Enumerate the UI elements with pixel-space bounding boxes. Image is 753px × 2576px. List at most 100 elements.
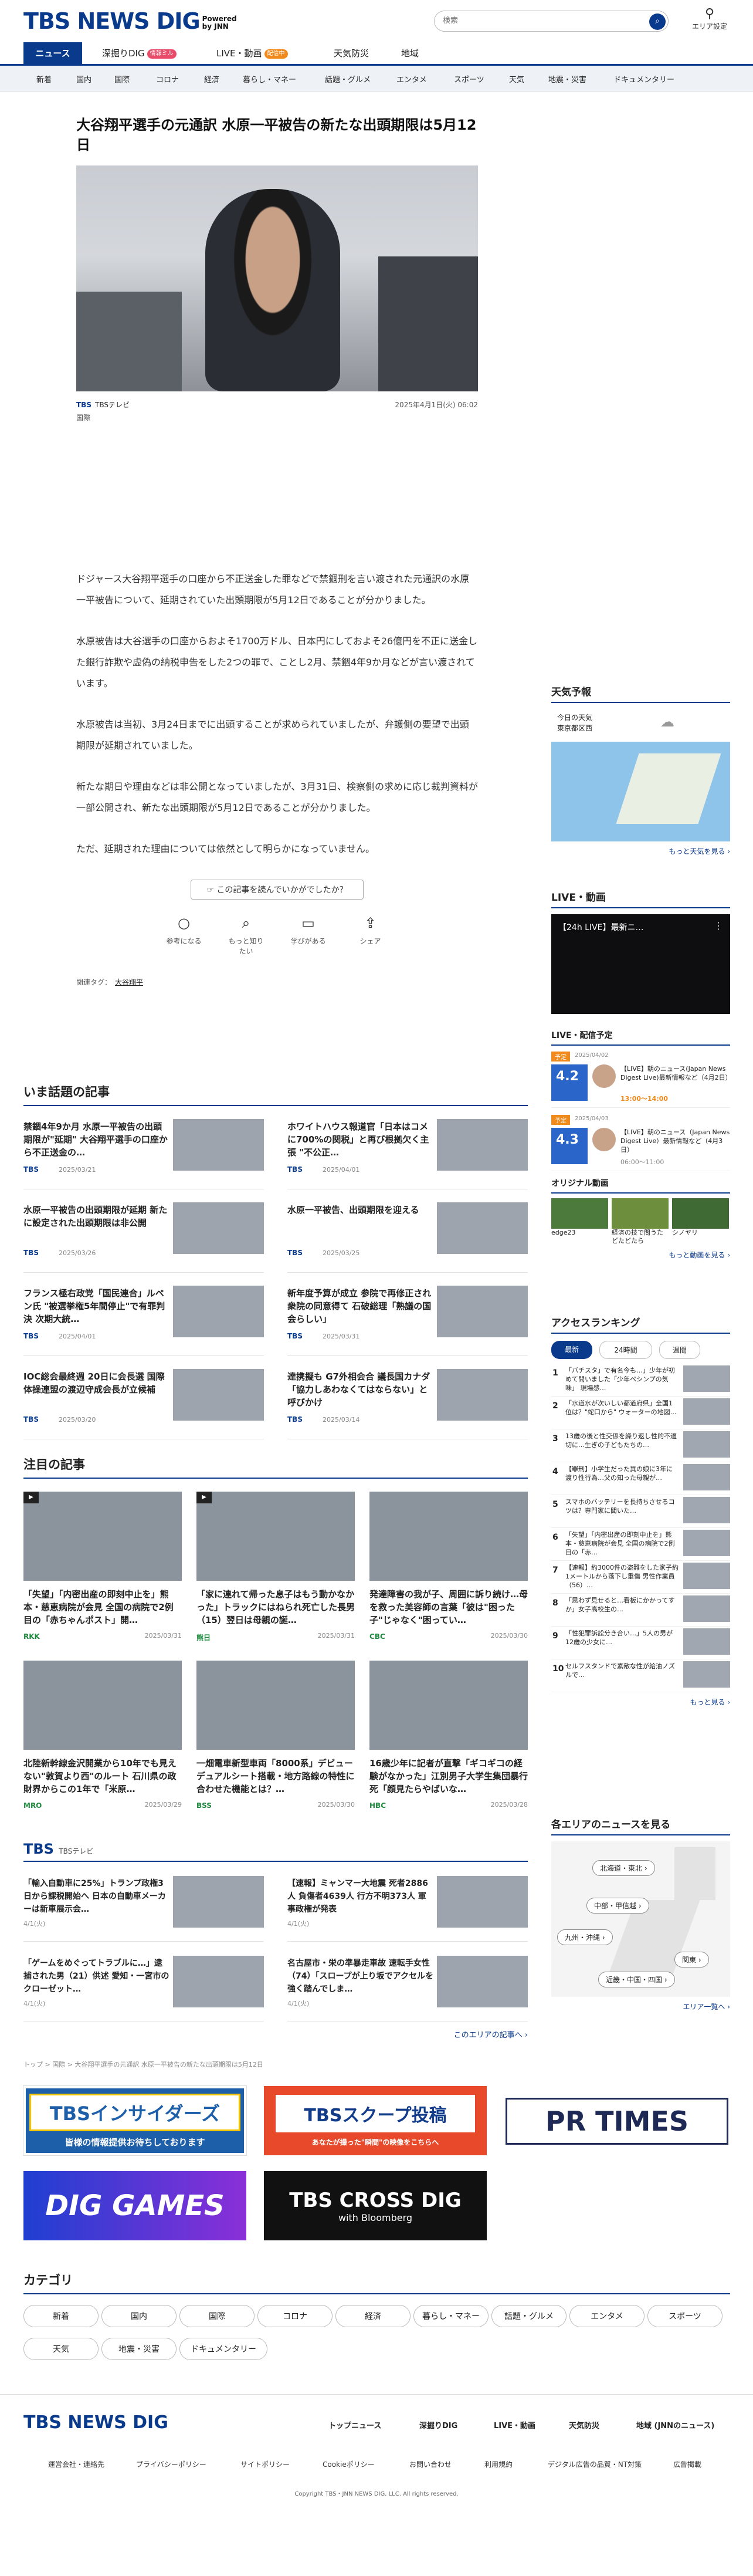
original-video[interactable]: edge23 xyxy=(551,1198,608,1245)
weather-more-link[interactable]: もっと天気を見る › xyxy=(551,846,730,856)
footer-link[interactable]: Cookieポリシー xyxy=(323,2459,375,2469)
area-kinki[interactable]: 近畿・中国・四国 › xyxy=(598,1972,675,1987)
breadcrumb[interactable]: トップ > 国際 > 大谷翔平選手の元通訳 水原一平被告の新たな出頭期限は5月1… xyxy=(23,2060,263,2069)
trending-item[interactable]: フランス極右政党「国民連合」ルペン氏 "被選挙権5年間停止"で有罪判決 次期大統… xyxy=(23,1273,264,1356)
area-setting-button[interactable]: ⚲ エリア設定 xyxy=(689,7,730,31)
trending-item[interactable]: 水原一平被告、出頭期限を迎える TBS 2025/03/25 xyxy=(287,1189,528,1273)
footer-link[interactable]: お問い合わせ xyxy=(409,2459,452,2469)
footer-nav-weather[interactable]: 天気防災 xyxy=(569,2419,599,2430)
chip-domestic[interactable]: 国内 xyxy=(101,2305,177,2327)
feedback-button[interactable]: ☞ この記事を読んでいかがでしたか？ xyxy=(191,880,364,900)
cat-docu[interactable]: ドキュメンタリー xyxy=(613,73,674,84)
original-video[interactable]: シノヤリ xyxy=(672,1198,729,1245)
tab-weather[interactable]: 天気防災 xyxy=(325,42,377,65)
footer-link[interactable]: 広告掲載 xyxy=(673,2459,701,2469)
tab-region[interactable]: 地域 xyxy=(393,42,427,65)
weather-map[interactable] xyxy=(551,742,730,841)
cat-domestic[interactable]: 国内 xyxy=(76,73,91,84)
footer-link[interactable]: サイトポリシー xyxy=(240,2459,290,2469)
area-kanto[interactable]: 関東 › xyxy=(674,1952,709,1968)
video-more-link[interactable]: もっと動画を見る › xyxy=(551,1250,730,1260)
article-genre[interactable]: 国際 xyxy=(76,413,90,422)
reaction-more[interactable]: ⌕ もっと知りたい xyxy=(226,915,267,956)
chip-disaster[interactable]: 地震・災害 xyxy=(101,2338,177,2360)
ranking-tab-24h[interactable]: 24時間 xyxy=(599,1341,652,1359)
reaction-useful[interactable]: ○ 参考になる xyxy=(164,915,205,956)
featured-item[interactable]: 北陸新幹線金沢開業から10年でも見えない"敦賀より西"のルート 石川県の政財界か… xyxy=(23,1648,182,1817)
ranking-tab-weekly[interactable]: 週間 xyxy=(659,1341,700,1359)
ranking-item[interactable]: 9 「性犯罪訴訟分き合い…」5人の男が12歳の少女に… xyxy=(551,1627,730,1659)
area-hokkaido-tohoku[interactable]: 北海道・東北 › xyxy=(592,1860,655,1876)
live-player[interactable]: 【24h LIVE】最新ニ… ⋮ xyxy=(551,914,730,1014)
search-input[interactable] xyxy=(443,16,636,25)
search-icon[interactable]: ⌕ xyxy=(649,13,666,30)
chip-docu[interactable]: ドキュメンタリー xyxy=(179,2338,267,2360)
tab-news[interactable]: ニュース xyxy=(23,42,82,65)
ranking-item[interactable]: 5 スマホのバッテリーを長持ちさせるコツは？専門家に聞いた… xyxy=(551,1495,730,1528)
share-button[interactable]: ⇪ シェア xyxy=(350,915,391,956)
footer-link[interactable]: デジタル広告の品質・NT対策 xyxy=(548,2459,642,2469)
cat-topics[interactable]: 話題・グルメ xyxy=(325,73,371,84)
chip-sports[interactable]: スポーツ xyxy=(647,2305,723,2327)
cat-ent[interactable]: エンタメ xyxy=(396,73,427,84)
featured-item[interactable]: 一畑電車新型車両「8000系」デビュー デュアルシート搭載・地方路線の特性に合わ… xyxy=(196,1648,355,1817)
crossdig-banner[interactable]: TBS CROSS DIG with Bloomberg xyxy=(264,2171,487,2240)
tbs-item[interactable]: 「ゲームをめぐってトラブルに…」逮捕された男（21）供述 愛知・一宮市のクローゼ… xyxy=(23,1942,264,2021)
ranking-tab-latest[interactable]: 最新 xyxy=(551,1341,592,1359)
insiders-banner[interactable]: TBSインサイダーズ 皆様の情報提供お待ちしております xyxy=(23,2085,247,2156)
ranking-more-link[interactable]: もっと見る › xyxy=(551,1697,730,1707)
ranking-item[interactable]: 3 13歳の後と性交係を繰り返し性的不適切に…生ぎの子どもたちの… xyxy=(551,1429,730,1462)
tbs-item[interactable]: 【速報】ミャンマー大地震 死者2886人 負傷者4639人 行方不明373人 軍… xyxy=(287,1862,528,1942)
chip-ent[interactable]: エンタメ xyxy=(569,2305,645,2327)
area-kyushu[interactable]: 九州・沖縄 › xyxy=(557,1929,613,1945)
prtimes-banner[interactable]: PR TIMES xyxy=(506,2098,728,2145)
tbs-more-link[interactable]: このエリアの記事へ › xyxy=(23,2029,528,2040)
reaction-learn[interactable]: ▭ 学びがある xyxy=(288,915,329,956)
tag-link[interactable]: 大谷翔平 xyxy=(115,978,143,986)
trending-item[interactable]: 禁錮4年9か月 水原一平被告の出頭期限が"延期" 大谷翔平選手の口座から不正送金… xyxy=(23,1106,264,1189)
ranking-item[interactable]: 10 セルフスタンドで素敵な性が給油ノズルで… xyxy=(551,1659,730,1692)
chip-intl[interactable]: 国際 xyxy=(179,2305,255,2327)
tab-live[interactable]: LIVE・動画 配信中 xyxy=(208,42,296,65)
trending-item[interactable]: IOC総会最終週 20日に会長選 国際体操連盟の渡辺守成会長が立候補 TBS 202… xyxy=(23,1356,264,1439)
site-logo[interactable]: TBS NEWS DIG Powered by JNN xyxy=(23,8,237,34)
cat-disaster[interactable]: 地震・災害 xyxy=(548,73,586,84)
footer-link[interactable]: 利用規約 xyxy=(484,2459,513,2469)
chip-new[interactable]: 新着 xyxy=(23,2305,99,2327)
footer-nav-live[interactable]: LIVE・動画 xyxy=(494,2419,535,2430)
chip-topics[interactable]: 話題・グルメ xyxy=(491,2305,567,2327)
ranking-item[interactable]: 7 【速報】約3000件の盗難をした家子約1メートルから落下し重傷 男性作業員（5… xyxy=(551,1561,730,1594)
trending-item[interactable]: 水原一平被告の出頭期限が延期 新たに設定された出頭期限は非公開 TBS 2025/0… xyxy=(23,1189,264,1273)
chip-corona[interactable]: コロナ xyxy=(257,2305,333,2327)
chip-life[interactable]: 暮らし・マネー xyxy=(413,2305,489,2327)
cat-intl[interactable]: 国際 xyxy=(114,73,130,84)
featured-item[interactable]: 発達障害の我が子、周囲に訴り続け…母を救った美容師の言葉「彼は"困った子"じゃな… xyxy=(369,1479,528,1648)
ranking-item[interactable]: 1 「バチスタ」で有名今も…」少年が初めて問いました「少年ペシンプの気味」 現場感… xyxy=(551,1364,730,1397)
cat-weather[interactable]: 天気 xyxy=(509,73,524,84)
schedule-item[interactable]: 予定 2025/04/03 4.3 【LIVE】朝のニュース（Japan New… xyxy=(551,1115,730,1171)
footer-link[interactable]: 運営会社・連絡先 xyxy=(48,2459,104,2469)
featured-item[interactable]: 16歳少年に記者が直撃「ギコギコの経験がなかった」江別男子大学生集団暴行死「顔見… xyxy=(369,1648,528,1817)
footer-logo[interactable]: TBS NEWS DIG xyxy=(23,2412,168,2433)
area-more-link[interactable]: エリア一覧へ › xyxy=(551,2002,730,2012)
diggames-banner[interactable]: DIG GAMES xyxy=(23,2171,246,2240)
more-vert-icon[interactable]: ⋮ xyxy=(714,920,723,931)
ranking-item[interactable]: 4 【罪刑】小学生だった異の娘に3年に渡り性行為…父の知った母親が… xyxy=(551,1462,730,1495)
cat-new[interactable]: 新着 xyxy=(36,73,52,84)
chip-economy[interactable]: 経済 xyxy=(335,2305,411,2327)
trending-item[interactable]: ホワイトハウス報道官「日本はコメに700%の関税」と再び根拠欠く主張 "不公正…… xyxy=(287,1106,528,1189)
featured-item[interactable]: ▶ 「失望」「内密出産の即刻中止を」熊本・慈恵病院が会見 全国の病院で2例目の「赤… xyxy=(23,1479,182,1648)
scoop-banner[interactable]: TBSスクープ投稿 あなたが撮った"瞬間"の映像をこちらへ xyxy=(264,2086,487,2155)
cat-sports[interactable]: スポーツ xyxy=(454,73,484,84)
ranking-item[interactable]: 2 「水道水が次いしい都道府県」全国1位は？"蛇口から" ウォーターの地図… xyxy=(551,1397,730,1429)
trending-item[interactable]: 新年度予算が成立 参院で再修正され衆院の同意得て 石破総理「熟議の国会らしい」 T… xyxy=(287,1273,528,1356)
tbs-item[interactable]: 「輸入自動車に25%」トランプ政権3日から課税開始へ 日本の自動車メーカーは新車… xyxy=(23,1862,264,1942)
footer-nav-top[interactable]: トップニュース xyxy=(328,2419,381,2430)
cat-life[interactable]: 暮らし・マネー xyxy=(243,73,296,84)
tab-dig[interactable]: 深掘りDIG 情報ミル xyxy=(94,42,185,65)
original-video[interactable]: 経済の技で問うたどたどたら xyxy=(612,1198,669,1245)
chip-weather[interactable]: 天気 xyxy=(23,2338,99,2360)
ranking-item[interactable]: 6 「失望」「内密出産の即刻中止を」熊本・慈恵病院が会見 全国の病院で2例目の「赤… xyxy=(551,1528,730,1561)
featured-item[interactable]: ▶ 「家に連れて帰った息子はもう動かなかった」トラックにはねられ死亡した長男（15… xyxy=(196,1479,355,1648)
trending-item[interactable]: 達携擬も G7外相会合 議長国カナダ「協力しあわなくてはならない」と呼びかけ TB… xyxy=(287,1356,528,1439)
